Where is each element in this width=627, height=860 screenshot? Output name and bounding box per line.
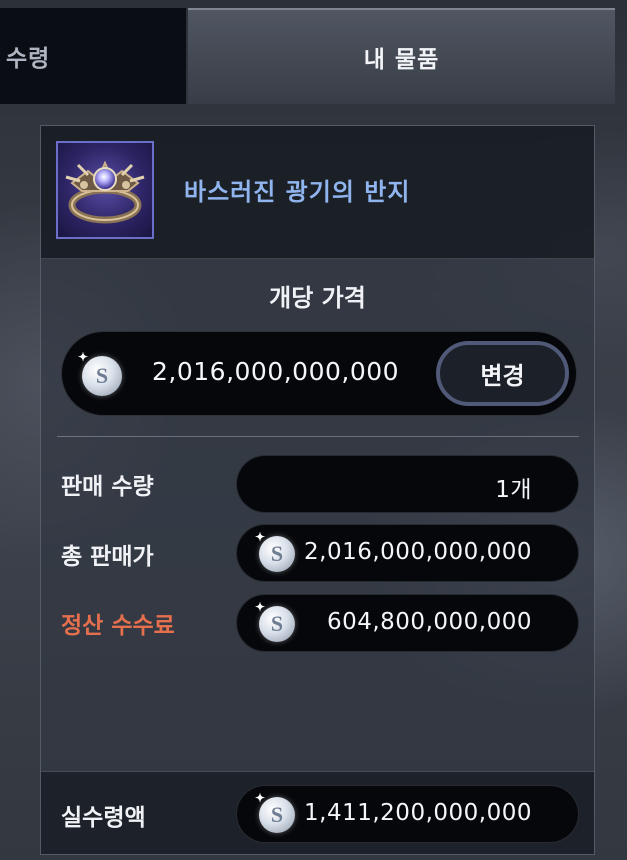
fee-value: 604,800,000,000 xyxy=(326,609,532,635)
ring-icon[interactable] xyxy=(56,141,154,239)
sell-panel: 바스러진 광기의 반지 개당 가격 S 2,016,000,000,000 변경… xyxy=(40,125,595,855)
silver-coin-icon: S xyxy=(78,350,122,396)
silver-coin-icon: S xyxy=(255,600,295,642)
tab-receive-label: 수령 xyxy=(6,46,51,72)
net-amount-value: 1,411,200,000,000 xyxy=(304,800,532,826)
item-name: 바스러진 광기의 반지 xyxy=(184,178,411,206)
quantity-label: 판매 수량 xyxy=(61,474,154,500)
divider xyxy=(57,436,579,437)
unit-price-value: 2,016,000,000,000 xyxy=(152,357,400,386)
tab-receive[interactable]: 수령 xyxy=(0,8,186,104)
fee-field: S 604,800,000,000 xyxy=(236,594,579,652)
tab-my-items-label: 내 물품 xyxy=(363,47,440,73)
net-amount-field: S 1,411,200,000,000 xyxy=(236,785,579,843)
total-price-label: 총 판매가 xyxy=(61,544,154,570)
unit-price-label: 개당 가격 xyxy=(269,284,366,312)
silver-coin-icon: S xyxy=(255,530,295,572)
change-price-button[interactable]: 변경 xyxy=(436,341,569,406)
unit-price-field: S 2,016,000,000,000 변경 xyxy=(61,331,577,416)
fee-label: 정산 수수료 xyxy=(61,613,175,639)
quantity-field[interactable]: 1개 xyxy=(236,455,579,513)
silver-coin-icon: S xyxy=(255,791,295,833)
item-row: 바스러진 광기의 반지 xyxy=(41,126,594,259)
total-price-value: 2,016,000,000,000 xyxy=(304,539,532,565)
net-amount-section: 실수령액 S 1,411,200,000,000 xyxy=(41,771,594,854)
tab-my-items[interactable]: 내 물품 xyxy=(188,8,615,104)
quantity-value: 1개 xyxy=(495,477,532,503)
total-price-field: S 2,016,000,000,000 xyxy=(236,524,579,582)
net-amount-label: 실수령액 xyxy=(61,805,146,831)
